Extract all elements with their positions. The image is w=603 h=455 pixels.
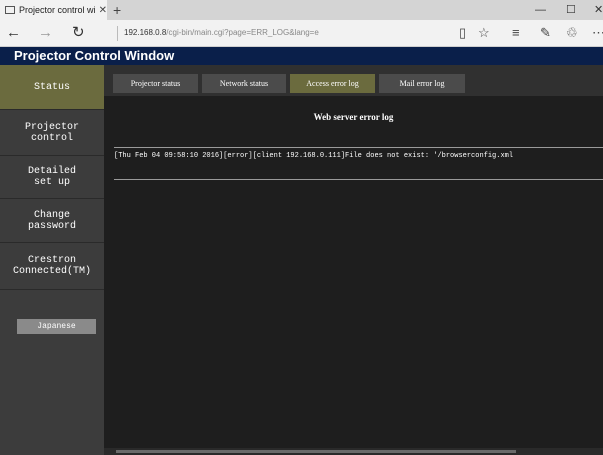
tab-mail-error-log[interactable]: Mail error log: [379, 74, 465, 93]
page-icon: [5, 6, 15, 14]
refresh-icon[interactable]: ↻: [72, 24, 85, 42]
log-entry: [Thu Feb 04 09:58:10 2016][error][client…: [114, 152, 514, 160]
minimize-button[interactable]: —: [535, 2, 546, 18]
tab-network-status[interactable]: Network status: [202, 74, 286, 93]
sidebar-item-change-password[interactable]: Change password: [0, 199, 104, 243]
divider: [117, 26, 118, 41]
url-host: 192.168.0.8: [124, 28, 167, 37]
horizontal-scrollbar[interactable]: [104, 448, 603, 455]
reading-view-icon[interactable]: ▯: [459, 25, 466, 41]
sidebar-item-label: Projector control: [24, 121, 79, 144]
sidebar-item-status[interactable]: Status: [0, 65, 104, 110]
sidebar-item-projector-control[interactable]: Projector control: [0, 110, 104, 156]
log-title: Web server error log: [313, 112, 394, 122]
tab-access-error-log[interactable]: Access error log: [290, 74, 375, 93]
url-path: /cgi-bin/main.cgi?page=ERR_LOG&lang=e: [166, 28, 319, 37]
sidebar-item-label: Crestron Connected(TM): [12, 255, 91, 277]
sidebar-item-label: Detailed set up: [27, 166, 76, 188]
close-window-button[interactable]: ✕: [594, 2, 603, 18]
sidebar-item-label: Change password: [27, 209, 76, 232]
share-icon[interactable]: ♲: [566, 25, 578, 41]
scrollbar-thumb[interactable]: [116, 450, 516, 453]
divider: [114, 147, 603, 148]
web-note-icon[interactable]: ✎: [540, 25, 551, 41]
sidebar-item-label: Status: [33, 81, 70, 93]
main-content: [104, 65, 603, 455]
sidebar-item-detailed-set-up[interactable]: Detailed set up: [0, 156, 104, 199]
tab-close-icon[interactable]: ✕: [99, 5, 107, 16]
address-bar: ← → ↻ 192.168.0.8/cgi-bin/main.cgi?page=…: [0, 20, 603, 47]
hub-icon[interactable]: ≡: [512, 25, 520, 41]
back-icon[interactable]: ←: [6, 24, 21, 42]
favorite-star-icon[interactable]: ☆: [478, 25, 490, 41]
sidebar-item-crestron-connected[interactable]: Crestron Connected(TM): [0, 243, 104, 290]
browser-tab[interactable]: Projector control windo ✕: [0, 0, 107, 20]
new-tab-button[interactable]: +: [113, 1, 121, 19]
divider: [114, 179, 603, 180]
tab-projector-status[interactable]: Projector status: [113, 74, 198, 93]
maximize-button[interactable]: ☐: [566, 2, 576, 18]
browser-tab-bar: Projector control windo ✕ + — ☐ ✕: [0, 0, 603, 20]
japanese-language-button[interactable]: Japanese: [17, 319, 96, 334]
app-title: Projector Control Window: [0, 47, 603, 65]
forward-icon[interactable]: →: [38, 24, 53, 42]
more-icon[interactable]: ⋯: [592, 25, 603, 41]
url-input[interactable]: 192.168.0.8/cgi-bin/main.cgi?page=ERR_LO…: [124, 28, 319, 37]
browser-tab-title: Projector control windo: [18, 5, 95, 15]
